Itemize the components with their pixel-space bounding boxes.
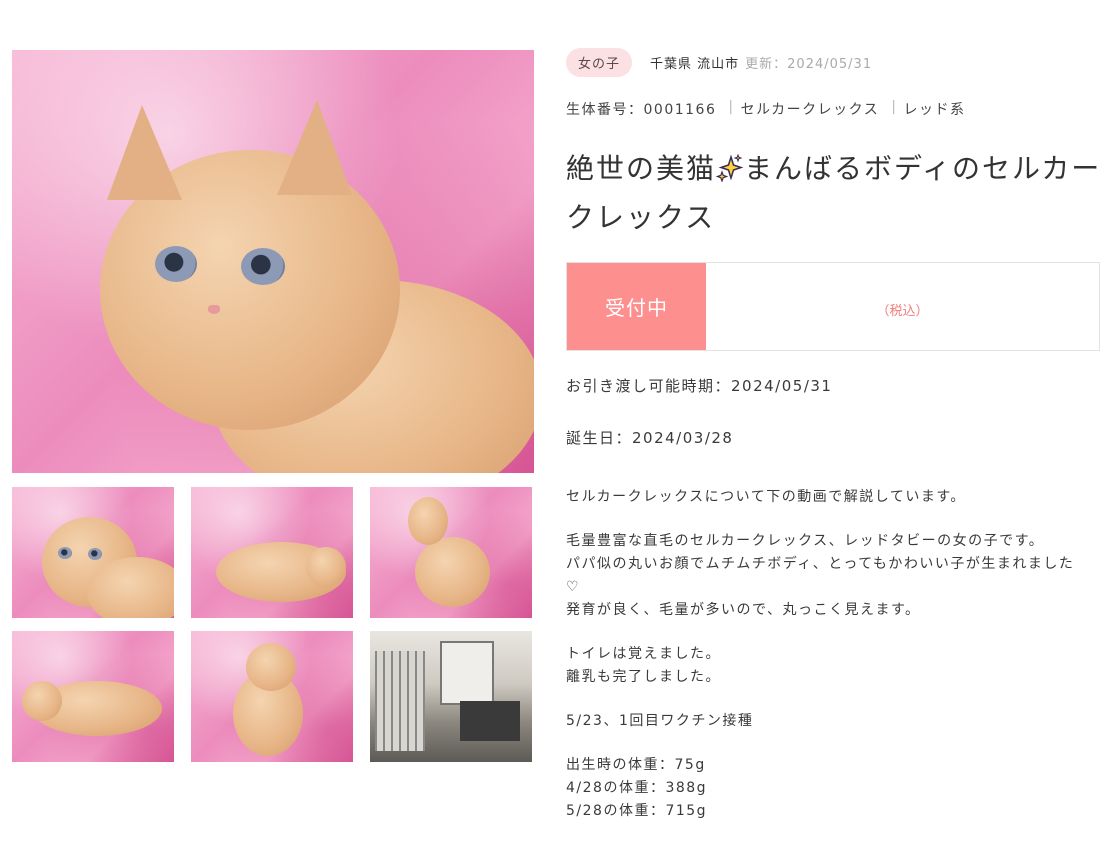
gender-badge: 女の子: [566, 47, 633, 77]
sparkles-icon: [716, 154, 744, 182]
description-paragraph: 毛量豊富な直毛のセルカークレックス、レッドタビーの女の子です。 パパ似の丸いお顔…: [566, 533, 1075, 618]
pet-title: 絶世の美猫 まんばるボディのセルカークレックス: [566, 144, 1106, 242]
thumbnail-6[interactable]: [370, 631, 532, 762]
location-text: 千葉県 流山市: [650, 56, 740, 72]
description-paragraph: セルカークレックスについて下の動画で解説しています。: [566, 489, 966, 505]
description-paragraph: 5/23、1回目ワクチン接種: [566, 713, 754, 729]
description-paragraph: 出生時の体重：75g 4/28の体重：388g 5/28の体重：715g: [566, 757, 708, 819]
pet-meta: 生体番号：0001166 | セルカークレックス | レッド系: [566, 99, 965, 119]
status-badge: 受付中: [567, 263, 706, 350]
birthday: 誕生日：2024/03/28: [566, 429, 734, 447]
thumbnail-2[interactable]: [191, 487, 353, 618]
thumbnail-3[interactable]: [370, 487, 532, 618]
updated-date: 更新：2024/05/31: [745, 56, 873, 72]
price-note: （税込）: [876, 304, 929, 319]
description: セルカークレックスについて下の動画で解説しています。 毛量豊富な直毛のセルカーク…: [566, 486, 1086, 844]
status-price-box: 受付中 （税込）: [566, 262, 1100, 351]
description-paragraph: トイレは覚えました。 離乳も完了しました。: [566, 646, 721, 685]
divider: |: [891, 99, 898, 115]
main-photo: [12, 50, 534, 473]
divider: |: [728, 99, 735, 115]
delivery-date: お引き渡し可能時期：2024/05/31: [566, 377, 833, 395]
color-label: レッド系: [903, 102, 966, 118]
thumbnail-5[interactable]: [191, 631, 353, 762]
breed-label: セルカークレックス: [740, 102, 880, 118]
title-part-1: 絶世の美猫: [566, 152, 717, 185]
pet-header: 女の子 千葉県 流山市 更新：2024/05/31: [566, 47, 872, 77]
thumbnail-1[interactable]: [12, 487, 174, 618]
thumbnail-4[interactable]: [12, 631, 174, 762]
pet-id: 生体番号：0001166: [566, 102, 717, 118]
